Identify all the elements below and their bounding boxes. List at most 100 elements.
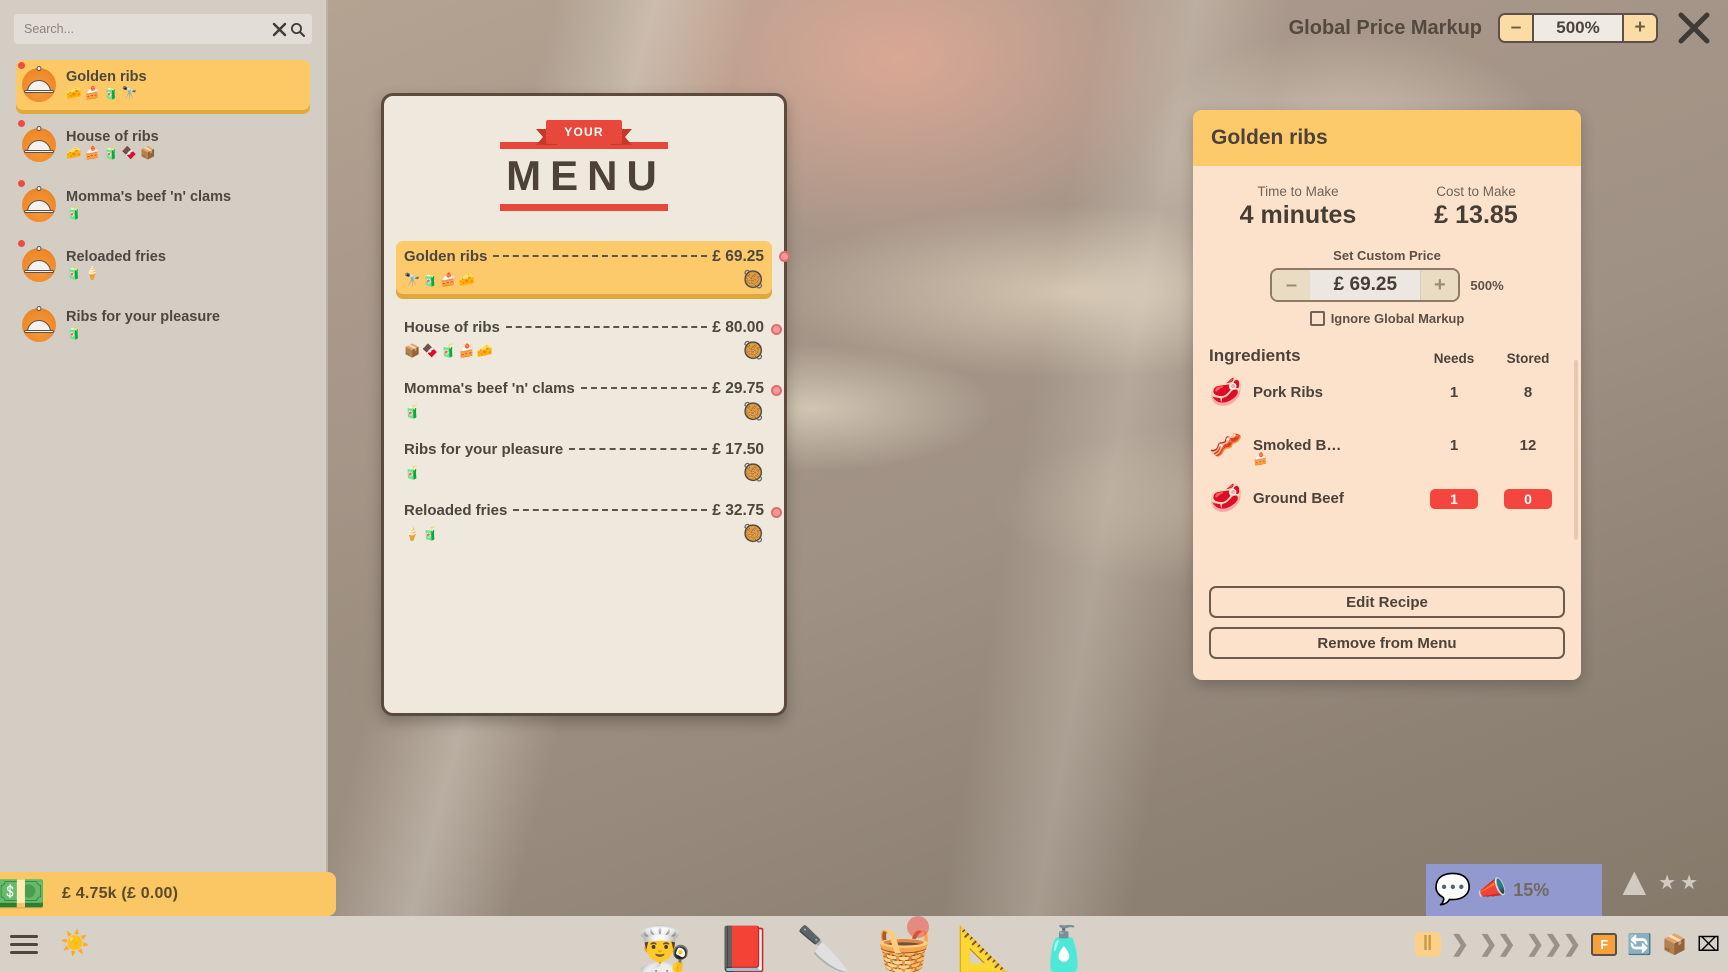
pan-icon: 🥘 bbox=[742, 523, 764, 543]
box-icon[interactable]: 📦 bbox=[1662, 932, 1687, 957]
dish-tag-icons: 🧃 bbox=[66, 326, 82, 341]
col-needs: Needs bbox=[1433, 351, 1475, 366]
sidebar-dish-2[interactable]: Momma's beef 'n' clams 🧃 bbox=[16, 180, 310, 228]
status-dot bbox=[779, 251, 790, 262]
ribbon-text: YOUR bbox=[546, 120, 622, 144]
menu-book-icon[interactable]: 📕 bbox=[715, 910, 773, 972]
fullscreen-icon[interactable]: ⌧ bbox=[1697, 932, 1720, 957]
markup-increase-button[interactable]: + bbox=[1622, 15, 1656, 41]
price-decrease-button[interactable]: – bbox=[1272, 270, 1311, 300]
detail-stats: Time to Make 4 minutes Cost to Make £ 13… bbox=[1209, 184, 1565, 230]
search-input[interactable] bbox=[24, 22, 270, 36]
fkey-badge[interactable]: F bbox=[1591, 932, 1618, 956]
dish-tag-icons: 🧃 🍦 bbox=[66, 266, 101, 281]
staff-icon[interactable]: 👨‍🍳 bbox=[635, 910, 693, 972]
ingredient-row-2: 🥩 Ground Beef 1 0 bbox=[1209, 472, 1565, 525]
cleaning-icon[interactable]: 🧴 bbox=[1035, 910, 1093, 972]
dish-avatar-icon bbox=[22, 306, 56, 342]
sidebar-dish-3[interactable]: Reloaded fries 🧃 🍦 bbox=[16, 240, 310, 288]
play-button[interactable]: ❯ bbox=[1451, 931, 1469, 957]
menu-item-tag-icons: 🧃 bbox=[404, 403, 421, 419]
menu-item-tag-icons: 🧃 bbox=[404, 464, 421, 480]
sun-icon[interactable]: ☀️ bbox=[60, 932, 90, 956]
price-markup-percent: 500% bbox=[1470, 277, 1504, 293]
menu-item-price: £ 29.75 bbox=[712, 380, 764, 397]
ingredient-stored: 8 bbox=[1523, 384, 1533, 401]
status-dot bbox=[771, 385, 782, 396]
dish-detail-panel: Golden ribs Time to Make 4 minutes Cost … bbox=[1193, 110, 1581, 680]
ignore-markup-row[interactable]: Ignore Global Markup bbox=[1209, 311, 1565, 326]
custom-price-value[interactable]: £ 69.25 bbox=[1310, 270, 1421, 300]
ingredient-needs: 1 bbox=[1449, 384, 1459, 401]
pause-button[interactable]: ‖ bbox=[1414, 931, 1441, 957]
prep-board-icon[interactable]: 🔪 bbox=[795, 910, 853, 972]
sidebar-dish-4[interactable]: Ribs for your pleasure 🧃 bbox=[16, 302, 310, 348]
money-amount: £ 4.75k (£ 0.00) bbox=[62, 885, 179, 902]
price-increase-button[interactable]: + bbox=[1420, 270, 1459, 300]
time-to-make-label: Time to Make bbox=[1257, 184, 1339, 199]
alert-bubble-icon: 💬 bbox=[1434, 873, 1472, 906]
dish-name: House of ribs bbox=[66, 129, 159, 146]
sidebar-dish-0[interactable]: Golden ribs 🧀 🍰 🧃 🔭 bbox=[16, 60, 310, 110]
menu-item-price: £ 17.50 bbox=[712, 441, 764, 458]
menu-item-list: Golden ribs £ 69.25 🔭 🧃 🍰 🧀 🥘 House of ribs… bbox=[396, 241, 790, 546]
ingredient-needs: 1 bbox=[1417, 488, 1491, 509]
ingredients-icon[interactable]: 🧺 bbox=[875, 910, 933, 972]
pan-icon: 🥘 bbox=[742, 269, 764, 289]
ingredient-name: Pork Ribs bbox=[1253, 384, 1324, 401]
menu-item-name: Ribs for your pleasure bbox=[404, 441, 564, 458]
cash-icon: 💵 bbox=[0, 872, 46, 916]
custom-price-stepper[interactable]: – £ 69.25 + bbox=[1270, 268, 1461, 302]
smoked-bacon-icon: 🥓 bbox=[1209, 430, 1243, 460]
ingredient-subtag-icon: 🍰 bbox=[1253, 452, 1268, 466]
build-icon[interactable]: 📐 bbox=[955, 910, 1013, 972]
menu-item-4[interactable]: Reloaded fries £ 32.75 🍦 🧃 🥘 bbox=[404, 497, 782, 546]
custom-price-row: – £ 69.25 + 500% bbox=[1209, 268, 1565, 302]
ingredients-table-header: Ingredients Needs Stored bbox=[1209, 346, 1565, 366]
money-bar: 💵 £ 4.75k (£ 0.00) bbox=[0, 872, 336, 916]
menu-item-1[interactable]: House of ribs £ 80.00 📦 🍫 🧃 🍰 🧀 🥘 bbox=[404, 314, 782, 363]
menu-item-0[interactable]: Golden ribs £ 69.25 🔭 🧃 🍰 🧀 🥘 bbox=[396, 241, 790, 294]
ignore-markup-label: Ignore Global Markup bbox=[1330, 311, 1465, 326]
clear-icon[interactable] bbox=[270, 20, 288, 38]
detail-header: Golden ribs bbox=[1193, 110, 1581, 166]
ingredient-stored: 0 bbox=[1491, 488, 1565, 509]
speed-controls: ‖ ❯ ❯❯ ❯❯❯ F 🔄 📦 ⌧ bbox=[1414, 916, 1720, 972]
menu-item-3[interactable]: Ribs for your pleasure £ 17.50 🧃 🥘 bbox=[404, 436, 764, 485]
menu-item-tag-icons: 🍦 🧃 bbox=[404, 525, 439, 541]
pork-ribs-icon: 🥩 bbox=[1209, 377, 1243, 407]
refresh-icon[interactable]: 🔄 bbox=[1627, 932, 1652, 957]
menu-title: MENU bbox=[506, 152, 666, 199]
alert-dot-icon bbox=[18, 62, 25, 69]
pan-icon: 🥘 bbox=[742, 340, 764, 360]
dot-leader bbox=[513, 509, 708, 511]
fastest-forward-button[interactable]: ❯❯❯ bbox=[1526, 931, 1581, 957]
search-icon[interactable] bbox=[288, 20, 306, 38]
megaphone-icon: 📣 bbox=[1477, 876, 1508, 903]
alert-dot-icon bbox=[18, 120, 25, 127]
alert-dot-icon bbox=[18, 240, 25, 247]
bottom-toolbar: ☀️ 👨‍🍳 📕 🔪 🧺 📐 🧴 ‖ ❯ ❯❯ ❯❯❯ F 🔄 📦 ⌧ bbox=[0, 916, 1728, 972]
status-dot bbox=[771, 507, 782, 518]
edit-recipe-button[interactable]: Edit Recipe bbox=[1209, 586, 1565, 618]
dish-name: Momma's beef 'n' clams bbox=[66, 189, 232, 206]
close-icon[interactable] bbox=[1674, 8, 1714, 48]
status-dot bbox=[771, 324, 782, 335]
ignore-markup-checkbox[interactable] bbox=[1309, 311, 1325, 326]
ingredient-stored: 12 bbox=[1519, 437, 1537, 454]
hamburger-icon[interactable] bbox=[10, 934, 38, 954]
global-markup-stepper[interactable]: – 500% + bbox=[1498, 13, 1658, 43]
global-markup-bar: Global Price Markup – 500% + bbox=[1289, 0, 1728, 56]
sidebar-dish-1[interactable]: House of ribs 🧀 🍰 🧃 🍫 📦 bbox=[16, 120, 310, 168]
fast-forward-button[interactable]: ❯❯ bbox=[1479, 931, 1516, 957]
detail-scrollbar[interactable] bbox=[1574, 360, 1578, 540]
markup-decrease-button[interactable]: – bbox=[1500, 15, 1534, 41]
menu-item-tag-icons: 🔭 🧃 🍰 🧀 bbox=[404, 271, 475, 287]
remove-from-menu-button[interactable]: Remove from Menu bbox=[1209, 627, 1565, 659]
dish-avatar-icon bbox=[22, 186, 56, 222]
search-bar[interactable] bbox=[14, 14, 312, 44]
menu-ribbon: YOUR bbox=[536, 120, 632, 145]
detail-title: Golden ribs bbox=[1211, 126, 1328, 149]
menu-item-2[interactable]: Momma's beef 'n' clams £ 29.75 🧃 🥘 bbox=[404, 375, 782, 424]
announcement-panel[interactable]: 💬 📣 15% bbox=[1426, 864, 1602, 916]
